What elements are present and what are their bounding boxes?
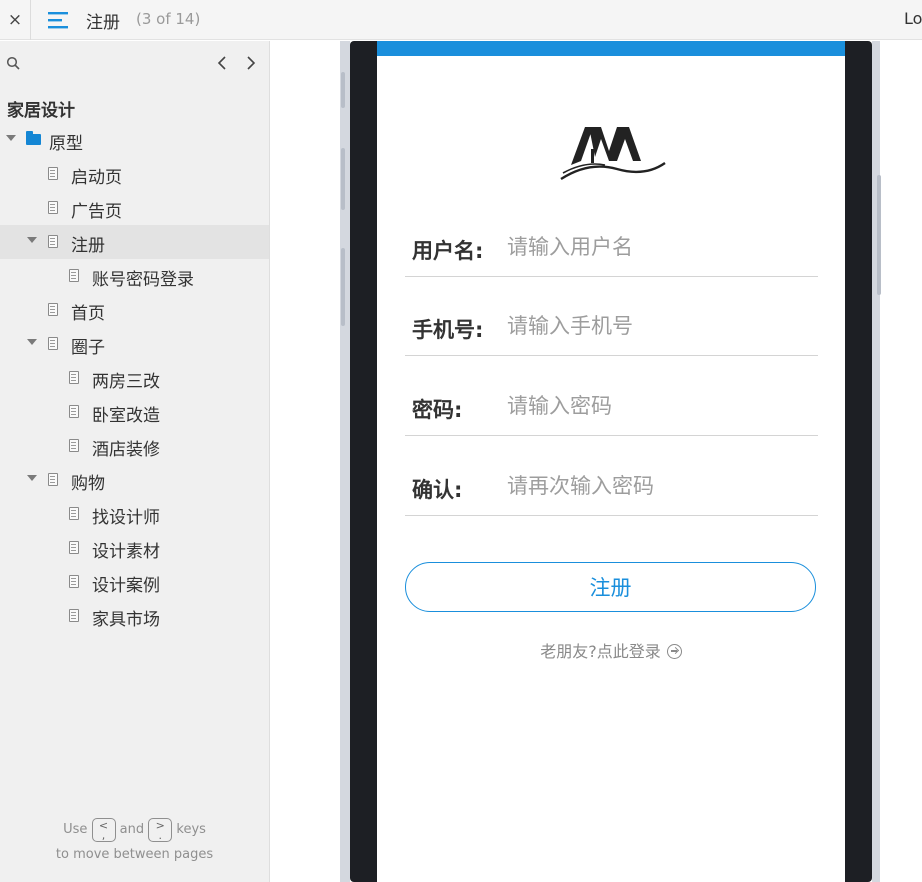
tree-item[interactable]: 卧室改造 [0, 395, 269, 429]
phone-field-row: 手机号: [405, 276, 818, 356]
period-key-icon: > . [148, 817, 173, 842]
tree-item[interactable]: 广告页 [0, 191, 269, 225]
tree-item-label: 两房三改 [92, 372, 160, 392]
tree-item[interactable]: 酒店装修 [0, 429, 269, 463]
tree-item[interactable]: 原型 [0, 123, 269, 157]
username-field-row: 用户名: [405, 197, 818, 277]
page-icon [48, 167, 58, 180]
tree-item[interactable]: 首页 [0, 293, 269, 327]
tree-item-label: 家具市场 [92, 610, 160, 630]
comma-key-icon: < , [91, 817, 116, 842]
folder-icon [26, 131, 41, 145]
hint-line2: to move between pages [55, 847, 214, 862]
password-field-row: 密码: [405, 356, 818, 436]
tree-item[interactable]: 购物 [0, 463, 269, 497]
status-bar [377, 41, 845, 56]
phone-shadow-right [872, 41, 880, 882]
tree-item[interactable]: 两房三改 [0, 361, 269, 395]
tree-item-label: 设计素材 [92, 542, 160, 562]
page-icon [69, 269, 79, 282]
tree-item-label: 购物 [71, 474, 105, 494]
tree-item[interactable]: 账号密码登录 [0, 259, 269, 293]
tree-item-label: 原型 [49, 134, 83, 154]
page-icon [48, 303, 58, 316]
phone-input[interactable] [507, 308, 807, 344]
project-title: 家居设计 [7, 101, 75, 121]
expand-caret-icon[interactable] [6, 135, 16, 141]
phone-side-button [341, 72, 345, 108]
phone-screen: 用户名: 手机号: 密码: 确认: 注册 老朋友?点此登录 [377, 41, 845, 882]
expand-caret-icon[interactable] [27, 339, 37, 345]
page-icon [69, 371, 79, 384]
username-input[interactable] [507, 229, 807, 265]
phone-side-button [341, 148, 345, 210]
page-icon [48, 201, 58, 214]
tree-item[interactable]: 启动页 [0, 157, 269, 191]
tree-item[interactable]: 家具市场 [0, 599, 269, 633]
hint-keys: keys [176, 822, 206, 837]
phone-side-button [877, 175, 881, 295]
tree-item-label: 设计案例 [92, 576, 160, 596]
current-page-name: 注册 [86, 13, 120, 33]
tree-item-label: 首页 [71, 304, 105, 324]
keyboard-hint: Use < , and > . keys to move between pag… [0, 817, 269, 867]
hint-use: Use [63, 822, 88, 837]
tree-item-label: 注册 [71, 236, 105, 256]
page-tree: 原型启动页广告页注册账号密码登录首页圈子两房三改卧室改造酒店装修购物找设计师设计… [0, 123, 269, 633]
page-icon [69, 507, 79, 520]
page-icon [69, 609, 79, 622]
confirm-field-row: 确认: [405, 436, 818, 516]
search-icon[interactable] [6, 56, 22, 72]
confirm-label: 确认: [412, 478, 463, 502]
tree-item[interactable]: 设计素材 [0, 531, 269, 565]
sitemap-sidebar: 家居设计 原型启动页广告页注册账号密码登录首页圈子两房三改卧室改造酒店装修购物找… [0, 41, 270, 882]
top-bar: × 注册 (3 of 14) Lo [0, 0, 922, 40]
tree-item[interactable]: 注册 [0, 225, 269, 259]
sitemap-toggle-icon[interactable] [48, 10, 70, 30]
username-label: 用户名: [412, 239, 484, 263]
tree-item-label: 圈子 [71, 338, 105, 358]
password-input[interactable] [507, 388, 807, 424]
login-link[interactable]: 老朋友?点此登录 [377, 638, 845, 662]
page-icon [48, 337, 58, 350]
register-button[interactable]: 注册 [405, 562, 816, 612]
page-icon [69, 575, 79, 588]
tree-item-label: 酒店装修 [92, 440, 160, 460]
top-right-link[interactable]: Lo [904, 9, 922, 28]
tree-item-label: 卧室改造 [92, 406, 160, 426]
page-icon [69, 405, 79, 418]
page-counter: (3 of 14) [136, 10, 201, 28]
expand-caret-icon[interactable] [27, 475, 37, 481]
page-icon [69, 541, 79, 554]
tree-item-label: 启动页 [71, 168, 122, 188]
confirm-input[interactable] [507, 468, 807, 504]
page-icon [69, 439, 79, 452]
brand-logo-icon [560, 127, 666, 181]
login-prompt-text: 老朋友?点此登录 [540, 642, 661, 661]
expand-caret-icon[interactable] [27, 237, 37, 243]
page-icon [48, 473, 58, 486]
tree-item[interactable]: 设计案例 [0, 565, 269, 599]
tree-item[interactable]: 圈子 [0, 327, 269, 361]
previous-page-icon[interactable] [212, 52, 232, 74]
phone-label: 手机号: [412, 318, 484, 342]
next-page-icon[interactable] [241, 52, 261, 74]
close-button[interactable]: × [0, 0, 31, 40]
phone-side-button [341, 248, 345, 326]
page-icon [48, 235, 58, 248]
tree-item-label: 账号密码登录 [92, 270, 194, 290]
tree-item-label: 找设计师 [92, 508, 160, 528]
hint-and: and [119, 822, 145, 837]
tree-item[interactable]: 找设计师 [0, 497, 269, 531]
arrow-right-circle-icon [666, 644, 682, 659]
tree-item-label: 广告页 [71, 202, 122, 222]
password-label: 密码: [412, 398, 463, 422]
